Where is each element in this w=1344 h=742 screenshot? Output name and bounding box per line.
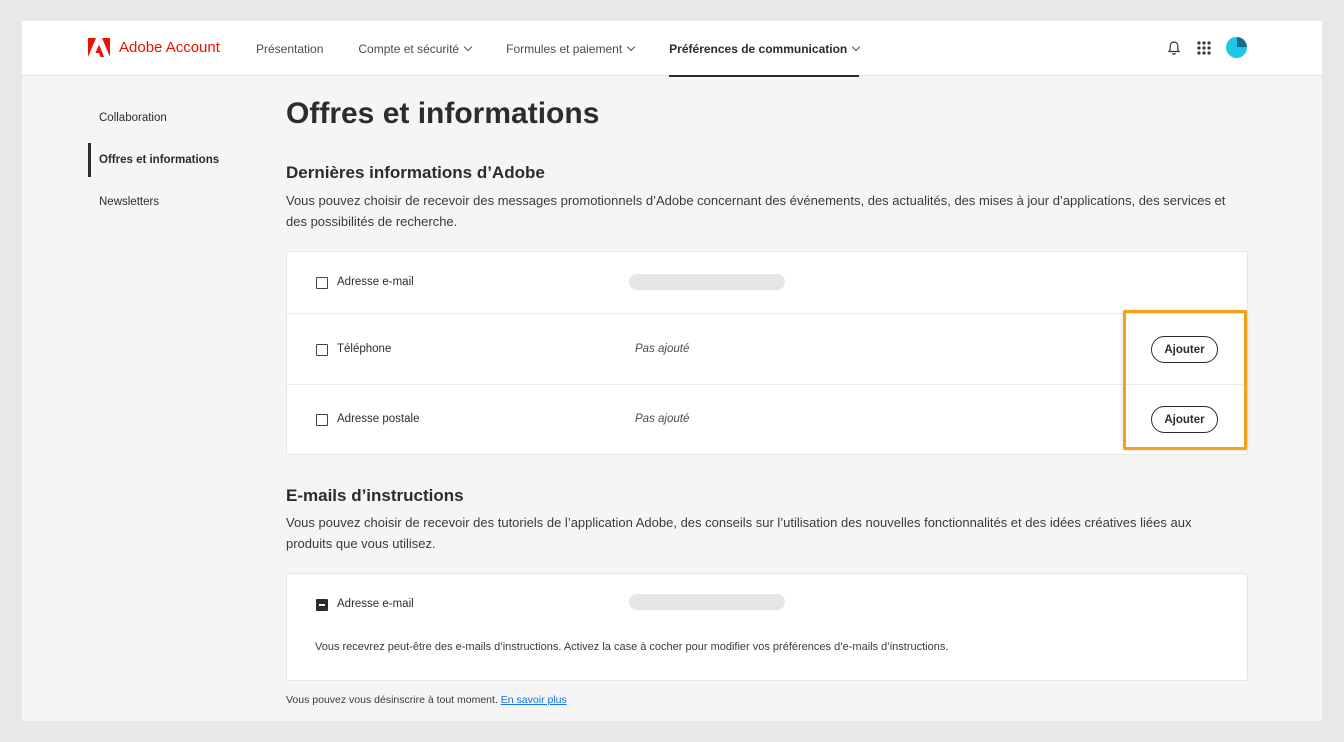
- phone-checkbox[interactable]: [316, 344, 328, 356]
- nav-presentation[interactable]: Présentation: [256, 21, 323, 76]
- instruction-emails-card: Adresse e-mail Vous recevrez peut-être d…: [286, 573, 1248, 681]
- chevron-down-icon: [626, 42, 636, 52]
- email-checkbox[interactable]: [316, 277, 328, 289]
- row-label: Téléphone: [337, 343, 392, 355]
- adobe-account-logo[interactable]: Adobe Account: [88, 38, 220, 57]
- app-frame: Adobe Account Présentation Compte et séc…: [22, 21, 1322, 721]
- row-label: Adresse postale: [337, 413, 420, 425]
- sidebar-item-label: Newsletters: [99, 196, 160, 208]
- sidebar-item-offers-info[interactable]: Offres et informations: [88, 143, 248, 177]
- nav-account-security[interactable]: Compte et sécurité: [358, 21, 473, 76]
- nav-communication-preferences[interactable]: Préférences de communication: [669, 21, 861, 77]
- adobe-logo-icon: [88, 38, 110, 57]
- footer-text: Vous pouvez vous désinscrire à tout mome…: [286, 694, 498, 706]
- sidebar-item-label: Offres et informations: [99, 154, 220, 166]
- list-item: Adresse postale Pas ajouté Ajouter: [287, 385, 1247, 456]
- instruction-emails-description: Vous pouvez choisir de recevoir des tuto…: [286, 515, 1192, 551]
- sidebar-item-label: Collaboration: [99, 112, 167, 124]
- add-postal-address-button[interactable]: Ajouter: [1151, 406, 1218, 433]
- latest-info-description: Vous pouvez choisir de recevoir des mess…: [286, 193, 1226, 229]
- sidebar-item-collaboration[interactable]: Collaboration: [88, 101, 248, 135]
- list-item: Téléphone Pas ajouté Ajouter: [287, 314, 1247, 385]
- chevron-down-icon: [851, 42, 861, 52]
- instruction-emails-title: E-mails d’instructions: [286, 486, 464, 505]
- nav-label: Préférences de communication: [669, 41, 848, 56]
- redacted-email-value: [629, 274, 785, 290]
- add-phone-button[interactable]: Ajouter: [1151, 336, 1218, 363]
- top-navigation-bar: Adobe Account Présentation Compte et séc…: [22, 21, 1322, 77]
- nav-label: Présentation: [256, 41, 324, 56]
- instruction-email-checkbox[interactable]: [316, 599, 328, 611]
- footer-note: Vous pouvez vous désinscrire à tout mome…: [286, 694, 567, 706]
- brand-name: Adobe Account: [119, 39, 220, 56]
- sidebar-item-newsletters[interactable]: Newsletters: [88, 185, 248, 219]
- postal-status: Pas ajouté: [635, 413, 690, 425]
- page-title: Offres et informations: [286, 97, 600, 130]
- chevron-down-icon: [463, 42, 473, 52]
- latest-info-title: Dernières informations d’Adobe: [286, 163, 545, 182]
- header-actions: [1166, 37, 1247, 58]
- avatar[interactable]: [1226, 37, 1247, 58]
- row-label: Adresse e-mail: [337, 598, 414, 610]
- apps-grid-icon[interactable]: [1196, 40, 1212, 56]
- redacted-email-value: [629, 594, 785, 610]
- bell-icon[interactable]: [1166, 40, 1182, 56]
- learn-more-link[interactable]: En savoir plus: [501, 694, 567, 706]
- nav-plans-payment[interactable]: Formules et paiement: [506, 21, 636, 76]
- main-nav: Présentation Compte et sécurité Formules…: [256, 21, 894, 77]
- sidebar: Collaboration Offres et informations New…: [88, 101, 248, 227]
- postal-checkbox[interactable]: [316, 414, 328, 426]
- latest-info-card: Adresse e-mail Téléphone Pas ajouté Ajou…: [286, 251, 1248, 455]
- phone-status: Pas ajouté: [635, 343, 690, 355]
- nav-label: Compte et sécurité: [358, 41, 460, 56]
- nav-label: Formules et paiement: [506, 41, 623, 56]
- instruction-note: Vous recevrez peut-être des e-mails d’in…: [315, 641, 949, 653]
- list-item: Adresse e-mail: [287, 252, 1247, 314]
- row-label: Adresse e-mail: [337, 276, 414, 288]
